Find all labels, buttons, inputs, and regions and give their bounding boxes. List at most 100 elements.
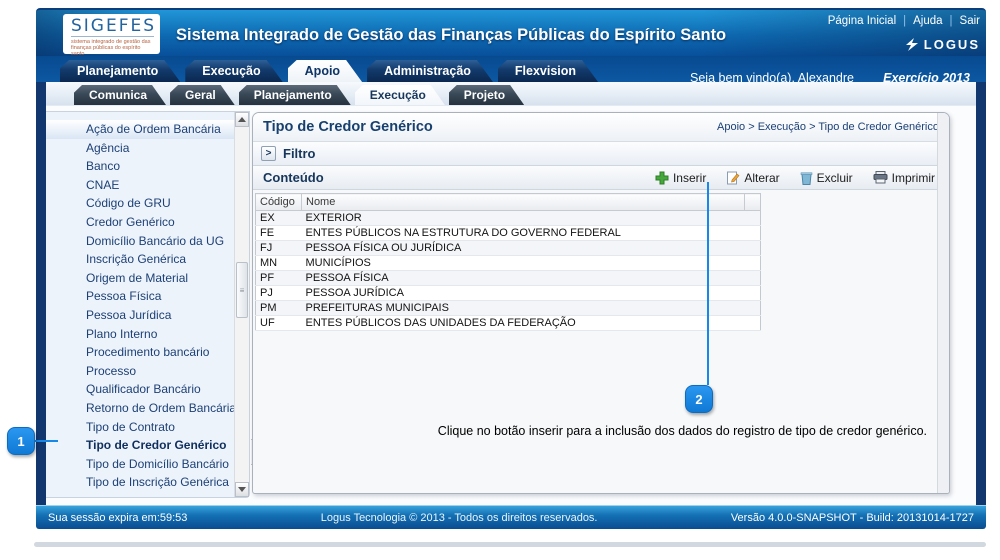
sidebar-item[interactable]: Domicílio Bancário da UG — [46, 232, 249, 251]
cell-filler — [745, 256, 761, 271]
sidebar-item[interactable]: Tipo de Contrato — [46, 418, 249, 437]
delete-button[interactable]: Excluir — [800, 171, 853, 185]
insert-button-label: Inserir — [673, 171, 706, 185]
sidebar-item[interactable]: Tipo de Credor Genérico — [46, 436, 249, 455]
sidebar-item[interactable]: Procedimento bancário — [46, 343, 249, 362]
app-header: SIGEFES sistema integrado de gestão das … — [36, 8, 986, 56]
sidebar-item[interactable]: Retorno de Ordem Bancária — [46, 399, 249, 418]
toolbar-buttons: Inserir Alterar Excluir Imprimir — [655, 171, 935, 185]
sidebar-item[interactable]: Pessoa Jurídica — [46, 306, 249, 325]
column-header-nome[interactable]: Nome — [302, 194, 745, 211]
logus-brand-text: LOGUS — [924, 37, 980, 52]
sigefes-logo: SIGEFES sistema integrado de gestão das … — [63, 14, 160, 54]
table-row[interactable]: EX EXTERIOR — [256, 211, 761, 226]
sidebar-scrollbar[interactable]: ≡ — [234, 112, 249, 497]
sidebar-item[interactable]: Processo — [46, 362, 249, 381]
edit-icon — [726, 171, 740, 185]
sub-tab[interactable]: Execução — [355, 85, 445, 105]
data-table: Código Nome EX EXTERIOR — [255, 193, 761, 331]
window-body: ComunicaGeralPlanejamentoExecuçãoProjeto… — [36, 82, 986, 505]
logout-link[interactable]: Sair — [960, 15, 980, 27]
column-header-codigo[interactable]: Código — [256, 194, 302, 211]
cell-codigo: FE — [256, 226, 302, 241]
table-row[interactable]: PF PESSOA FÍSICA — [256, 271, 761, 286]
cell-nome: MUNICÍPIOS — [302, 256, 745, 271]
table-row[interactable]: FJ PESSOA FÍSICA OU JURÍDICA — [256, 241, 761, 256]
scroll-down-button[interactable] — [235, 482, 249, 497]
sub-tab-bar: ComunicaGeralPlanejamentoExecuçãoProjeto — [46, 82, 976, 106]
sidebar-item[interactable]: Banco — [46, 157, 249, 176]
main-tab[interactable]: Execução — [185, 60, 282, 82]
link-separator: | — [903, 15, 906, 27]
sidebar-item[interactable]: Inscrição Genérica — [46, 250, 249, 269]
sub-tab[interactable]: Planejamento — [239, 85, 351, 105]
cell-filler — [745, 271, 761, 286]
cell-nome: ENTES PÚBLICOS NA ESTRUTURA DO GOVERNO F… — [302, 226, 745, 241]
session-timer: Sua sessão expira em:59:53 — [48, 512, 187, 524]
logo-tagline: sistema integrado de gestão das finanças… — [71, 39, 154, 57]
sidebar-item[interactable]: Plano Interno — [46, 325, 249, 344]
main-tab[interactable]: Administração — [367, 60, 493, 82]
breadcrumb: Apoio > Execução > Tipo de Credor Genéri… — [717, 121, 939, 133]
lightning-icon — [904, 38, 922, 51]
sidebar-item[interactable]: Pessoa Física — [46, 287, 249, 306]
sidebar-item[interactable]: Tipo de Inscrição Genérica — [46, 473, 249, 492]
sub-tab[interactable]: Projeto — [449, 85, 524, 105]
filter-expand-button[interactable]: > — [261, 146, 276, 161]
table-row[interactable]: FE ENTES PÚBLICOS NA ESTRUTURA DO GOVERN… — [256, 226, 761, 241]
table-row[interactable]: UF ENTES PÚBLICOS DAS UNIDADES DA FEDERA… — [256, 316, 761, 331]
app-window: SIGEFES sistema integrado de gestão das … — [36, 8, 986, 529]
panel-scrollbar[interactable] — [937, 113, 949, 493]
content-panel: Tipo de Credor Genérico Apoio > Execução… — [252, 112, 950, 494]
table-row[interactable]: MN MUNICÍPIOS — [256, 256, 761, 271]
table-header: Código Nome — [256, 194, 761, 211]
data-table-container: Código Nome EX EXTERIOR — [253, 190, 949, 331]
logo-text: SIGEFES — [71, 16, 154, 37]
scroll-up-button[interactable] — [235, 112, 249, 127]
main-tab[interactable]: Flexvision — [498, 60, 598, 82]
main-tab[interactable]: Planejamento — [60, 60, 180, 82]
table-body: EX EXTERIOR FE ENTES PÚBLICOS NA ESTRUTU… — [256, 211, 761, 331]
content-section-label: Conteúdo — [263, 170, 655, 185]
sidebar-item[interactable]: Origem de Material — [46, 269, 249, 288]
help-link[interactable]: Ajuda — [913, 15, 942, 27]
cell-nome: PESSOA JURÍDICA — [302, 286, 745, 301]
edit-button[interactable]: Alterar — [726, 171, 779, 185]
scrollbar-thumb[interactable]: ≡ — [236, 262, 248, 318]
insert-button[interactable]: Inserir — [655, 171, 706, 185]
sidebar-item[interactable]: Tipo de Domicílio Bancário — [46, 455, 249, 474]
sub-tab[interactable]: Comunica — [74, 85, 166, 105]
callout-line-1 — [34, 440, 58, 442]
cell-filler — [745, 316, 761, 331]
cell-nome: PESSOA FÍSICA — [302, 271, 745, 286]
app-title: Sistema Integrado de Gestão das Finanças… — [176, 10, 726, 58]
filter-bar: > Filtro — [253, 142, 949, 166]
printer-icon — [873, 171, 888, 184]
sidebar-item[interactable]: Qualificador Bancário — [46, 380, 249, 399]
sub-tab[interactable]: Geral — [170, 85, 235, 105]
home-link[interactable]: Página Inicial — [828, 15, 896, 27]
print-button[interactable]: Imprimir — [873, 171, 935, 185]
column-header-filler — [745, 194, 761, 211]
table-row[interactable]: PJ PESSOA JURÍDICA — [256, 286, 761, 301]
sidebar-item[interactable]: CNAE — [46, 176, 249, 195]
header-links: Página Inicial | Ajuda | Sair — [828, 15, 980, 27]
sidebar-item[interactable]: Código de GRU — [46, 194, 249, 213]
sidebar-item[interactable]: Agência — [46, 139, 249, 158]
callout-line-2 — [707, 182, 709, 385]
callout-badge-2: 2 — [685, 385, 713, 413]
table-row[interactable]: PM PREFEITURAS MUNICIPAIS — [256, 301, 761, 316]
sidebar-item[interactable]: Credor Genérico — [46, 213, 249, 232]
cell-codigo: EX — [256, 211, 302, 226]
cell-nome: PREFEITURAS MUNICIPAIS — [302, 301, 745, 316]
print-button-label: Imprimir — [892, 171, 935, 185]
main-tab[interactable]: Apoio — [288, 60, 362, 82]
cell-filler — [745, 241, 761, 256]
cell-filler — [745, 226, 761, 241]
plus-icon — [655, 171, 669, 185]
sidebar-item[interactable]: Ação de Ordem Bancária — [46, 120, 249, 139]
cell-filler — [745, 211, 761, 226]
cell-codigo: PJ — [256, 286, 302, 301]
cell-codigo: FJ — [256, 241, 302, 256]
content-toolbar: Conteúdo Inserir Alterar Excluir — [253, 166, 949, 190]
